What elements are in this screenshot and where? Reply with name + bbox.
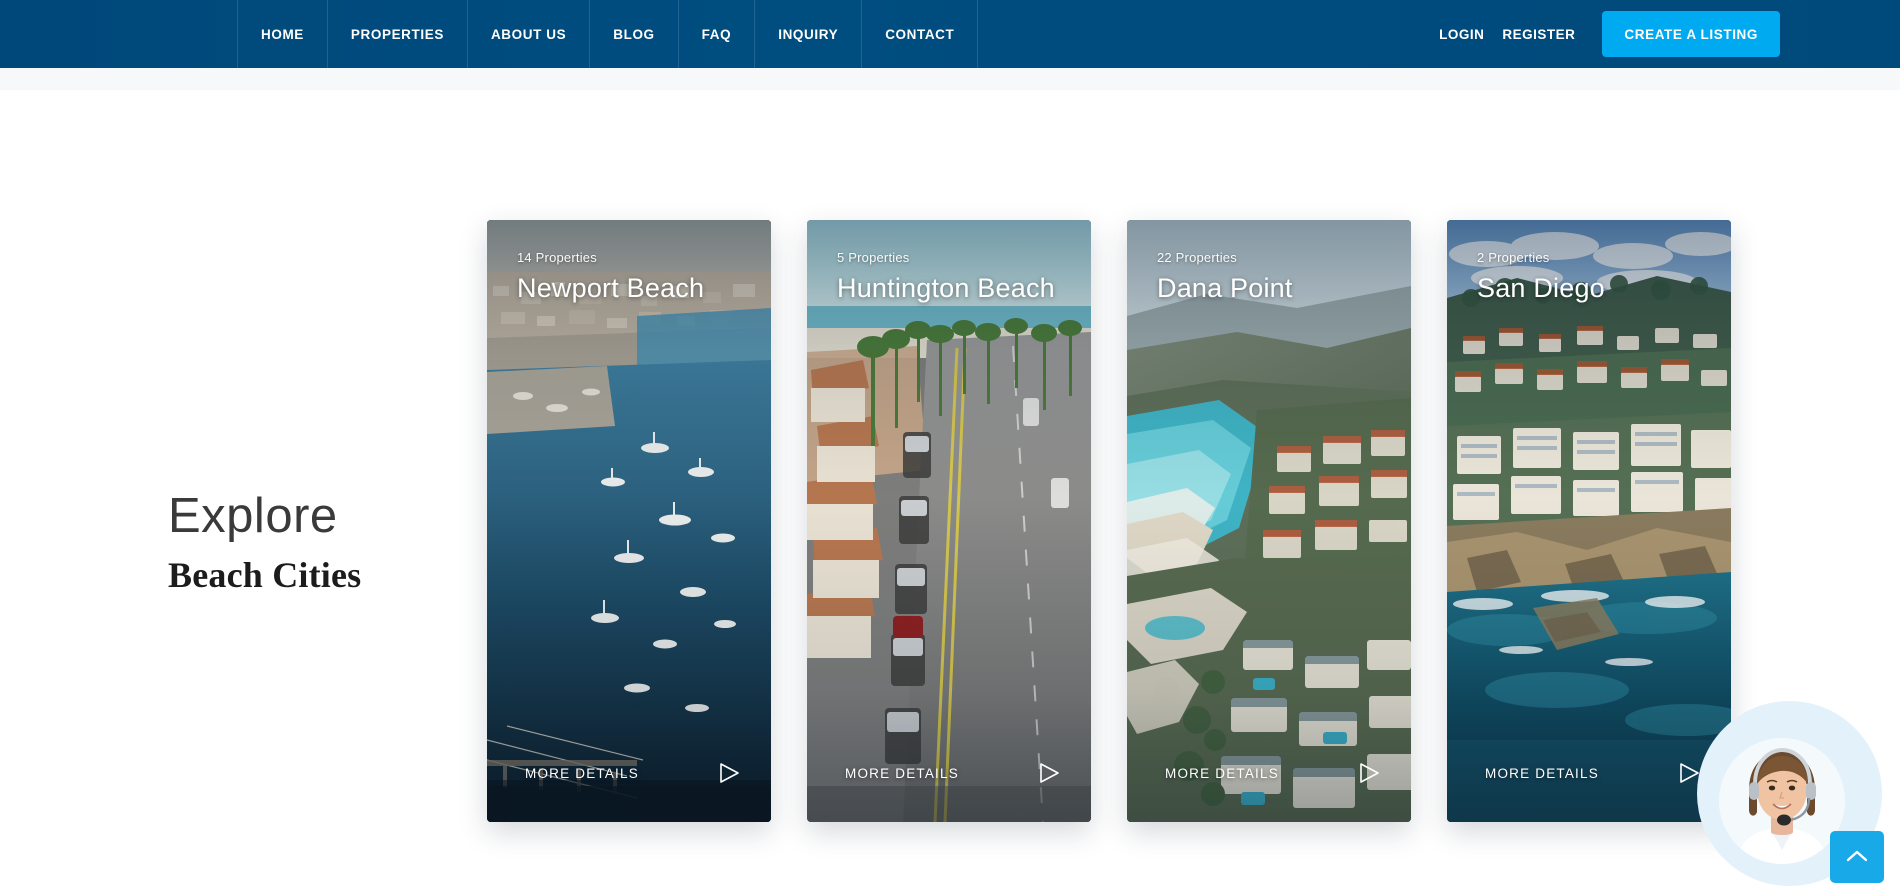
nav-item-inquiry[interactable]: INQUIRY [754, 0, 861, 68]
card-city-name: Dana Point [1157, 273, 1293, 303]
create-a-listing-button[interactable]: CREATE A LISTING [1602, 11, 1780, 57]
nav-item-properties[interactable]: PROPERTIES [326, 0, 467, 68]
more-details-label: MORE DETAILS [1485, 765, 1599, 781]
card-overlay-gradient [487, 220, 771, 822]
card-city-name: Newport Beach [517, 273, 705, 303]
card-property-count: 14 Properties [517, 250, 597, 265]
play-triangle-icon [1357, 762, 1381, 784]
card-city-name: San Diego [1477, 273, 1605, 303]
card-city-name: Huntington Beach [837, 273, 1055, 303]
card-footer[interactable]: MORE DETAILS [1165, 762, 1381, 784]
scroll-to-top-button[interactable] [1830, 831, 1884, 883]
nav-logo-area [0, 0, 237, 68]
card-overlay-gradient [1127, 220, 1411, 822]
nav-understrip [0, 68, 1900, 90]
page-title-secondary: Beach Cities [168, 555, 362, 595]
login-link[interactable]: LOGIN [1430, 27, 1493, 42]
nav-item-about-us[interactable]: ABOUT US [466, 0, 589, 68]
card-header: 5 Properties Huntington Beach [837, 250, 1075, 304]
support-agent-headset-avatar[interactable] [1719, 738, 1845, 864]
beach-cities-card-list: 14 Properties Newport Beach MORE DETAILS [487, 220, 1731, 822]
support-widget [1682, 675, 1892, 890]
register-link[interactable]: REGISTER [1493, 27, 1584, 42]
card-footer[interactable]: MORE DETAILS [845, 762, 1061, 784]
more-details-label: MORE DETAILS [525, 765, 639, 781]
chevron-up-icon [1846, 849, 1868, 866]
card-property-count: 22 Properties [1157, 250, 1237, 265]
card-footer[interactable]: MORE DETAILS [525, 762, 741, 784]
more-details-label: MORE DETAILS [845, 765, 959, 781]
city-card-huntington-beach[interactable]: 5 Properties Huntington Beach MORE DETAI… [807, 220, 1091, 822]
card-header: 2 Properties San Diego [1477, 250, 1715, 304]
section-heading: Explore Beach Cities [168, 489, 468, 595]
city-card-dana-point[interactable]: 22 Properties Dana Point MORE DETAILS [1127, 220, 1411, 822]
card-property-count: 5 Properties [837, 250, 910, 265]
nav-item-home[interactable]: HOME [237, 0, 327, 68]
city-card-newport-beach[interactable]: 14 Properties Newport Beach MORE DETAILS [487, 220, 771, 822]
nav-item-contact[interactable]: CONTACT [861, 0, 979, 68]
card-footer[interactable]: MORE DETAILS [1485, 762, 1701, 784]
card-header: 14 Properties Newport Beach [517, 250, 755, 304]
primary-nav-links: HOME PROPERTIES ABOUT US BLOG FAQ INQUIR… [237, 0, 979, 68]
nav-account-area: LOGIN REGISTER CREATE A LISTING [1430, 0, 1900, 68]
more-details-label: MORE DETAILS [1165, 765, 1279, 781]
play-triangle-icon [1037, 762, 1061, 784]
nav-item-blog[interactable]: BLOG [589, 0, 677, 68]
card-header: 22 Properties Dana Point [1157, 250, 1395, 304]
play-triangle-icon [717, 762, 741, 784]
nav-item-faq[interactable]: FAQ [677, 0, 755, 68]
card-overlay-gradient [807, 220, 1091, 822]
page-title-primary: Explore [168, 489, 338, 543]
card-property-count: 2 Properties [1477, 250, 1550, 265]
top-navigation-bar: HOME PROPERTIES ABOUT US BLOG FAQ INQUIR… [0, 0, 1900, 68]
